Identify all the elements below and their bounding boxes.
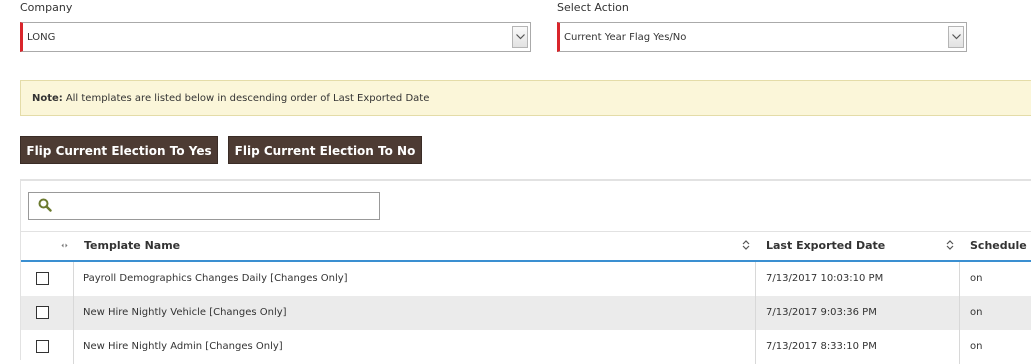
column-divider [73, 262, 74, 296]
search-input[interactable] [28, 192, 380, 220]
column-divider [755, 262, 756, 296]
row-checkbox[interactable] [36, 272, 49, 285]
column-divider [959, 296, 960, 330]
action-select-dropdown-button[interactable] [948, 26, 964, 48]
templates-grid: Template Name Last Exported Date Schedul… [20, 179, 1031, 364]
last-exported-cell: 7/13/2017 8:33:10 PM [766, 341, 877, 352]
schedule-cell: on [970, 341, 983, 352]
note-text: All templates are listed below in descen… [65, 93, 430, 104]
note-title: Note: [32, 93, 63, 104]
company-select[interactable]: LONG [20, 22, 531, 52]
company-label: Company [20, 1, 73, 14]
column-header-template-name[interactable]: Template Name [84, 239, 180, 252]
flip-to-no-button[interactable]: Flip Current Election To No [228, 136, 422, 164]
column-divider [959, 330, 960, 364]
schedule-cell: on [970, 307, 983, 318]
column-divider [959, 262, 960, 296]
column-divider [73, 330, 74, 364]
info-note: Note: All templates are listed below in d… [20, 80, 1031, 116]
column-resize-icon[interactable] [61, 242, 68, 249]
chevron-down-icon [952, 34, 961, 40]
table-row[interactable]: New Hire Nightly Vehicle [Changes Only] … [21, 296, 1031, 330]
sort-icon[interactable] [742, 239, 750, 251]
last-exported-cell: 7/13/2017 10:03:10 PM [766, 273, 884, 284]
column-header-schedule[interactable]: Schedule [970, 239, 1027, 252]
table-header: Template Name Last Exported Date Schedul… [21, 231, 1031, 263]
search-icon [38, 198, 52, 212]
column-divider [73, 296, 74, 330]
last-exported-cell: 7/13/2017 9:03:36 PM [766, 307, 877, 318]
company-select-value: LONG [27, 32, 56, 43]
action-select-value: Current Year Flag Yes/No [564, 32, 687, 43]
column-header-last-exported-date[interactable]: Last Exported Date [766, 239, 885, 252]
template-name-cell: New Hire Nightly Vehicle [Changes Only] [83, 307, 287, 318]
action-select[interactable]: Current Year Flag Yes/No [557, 22, 967, 52]
template-name-cell: Payroll Demographics Changes Daily [Chan… [83, 273, 348, 284]
row-checkbox[interactable] [36, 306, 49, 319]
schedule-cell: on [970, 273, 983, 284]
sort-icon[interactable] [946, 239, 954, 251]
row-checkbox[interactable] [36, 340, 49, 353]
template-name-cell: New Hire Nightly Admin [Changes Only] [83, 341, 283, 352]
table-row[interactable]: Payroll Demographics Changes Daily [Chan… [21, 262, 1031, 296]
flip-to-yes-button[interactable]: Flip Current Election To Yes [20, 136, 218, 164]
action-label: Select Action [557, 1, 629, 14]
table-row[interactable]: New Hire Nightly Admin [Changes Only] 7/… [21, 330, 1031, 364]
column-divider [755, 296, 756, 330]
chevron-down-icon [516, 34, 525, 40]
column-divider [755, 330, 756, 364]
company-select-dropdown-button[interactable] [512, 26, 528, 48]
